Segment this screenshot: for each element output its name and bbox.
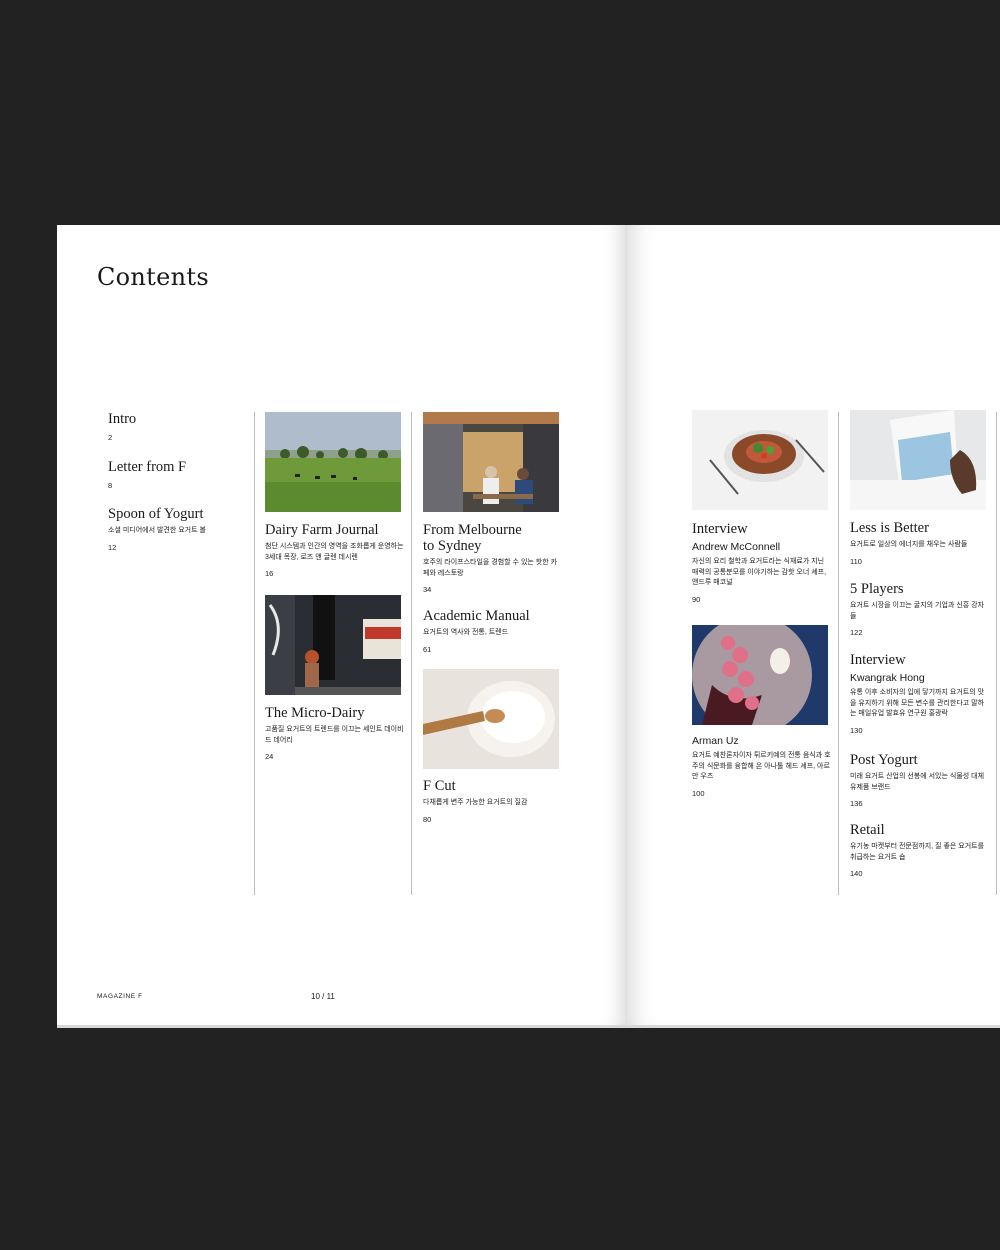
- toc-entry-desc: 첨단 시스템과 인간의 영역을 조화롭게 운영하는 3세대 목장, 로즈 앤 글…: [265, 543, 404, 561]
- farm-landscape-photo[interactable]: [265, 412, 401, 512]
- yogurt-cup-photo[interactable]: [850, 410, 986, 510]
- toc-entry-interview-mcconnell[interactable]: Interview Andrew McConnell 자신의 요리 철학과 요거…: [692, 521, 832, 604]
- toc-entry-f-cut[interactable]: F Cut 다채롭게 변주 가능한 요거트의 질감 80: [423, 778, 563, 824]
- toc-entry-desc: 다채롭게 변주 가능한 요거트의 질감: [423, 799, 528, 806]
- toc-entry-spoon[interactable]: Spoon of Yogurt 소셜 미디어에서 발견한 요거트 볼 12: [108, 506, 248, 552]
- toc-entry-page: 110: [850, 556, 862, 566]
- toc-entry-desc: 고품질 요거트의 트렌드를 이끄는 세인트 데이비드 데어리: [265, 726, 404, 744]
- toc-entry-page: 90: [692, 594, 701, 604]
- toc-entry-page: 12: [108, 542, 117, 552]
- toc-entry-less-is-better[interactable]: Less is Better 요거트로 일상의 에너지를 채우는 사람들 110: [850, 520, 990, 566]
- toc-entry-page: 24: [265, 752, 274, 761]
- toc-entry-page: 61: [423, 644, 432, 654]
- toc-entry-micro-dairy[interactable]: The Micro-Dairy 고품질 요거트의 트렌드를 이끄는 세인트 데이…: [265, 705, 405, 761]
- toc-entry-title: Less is Better: [850, 520, 929, 536]
- toc-entry-title: Post Yogurt: [850, 752, 918, 768]
- toc-entry-subtitle: Kwangrak Hong: [850, 672, 925, 684]
- toc-entry-title: Dairy Farm Journal: [265, 522, 379, 538]
- column-divider: [254, 412, 255, 895]
- toc-entry-melbourne[interactable]: From Melbourne to Sydney 호주의 라이프스타일을 경험할…: [423, 522, 563, 594]
- toc-entry-title: Letter from F: [108, 459, 187, 475]
- toc-entry-page: 34: [423, 585, 432, 594]
- magazine-spread: Contents Intro 2 Letter from F 8 Spoon o…: [57, 225, 1000, 1028]
- page-edge: [57, 1025, 1000, 1028]
- toc-entry-desc: 자신의 요리 철학과 요거트라는 식재료가 지닌 매력의 공통분모를 이야기하는…: [692, 558, 827, 586]
- radish-dish-photo[interactable]: [692, 625, 828, 725]
- toc-entry-desc: 요거트의 역사와 전통, 트렌드: [423, 629, 509, 636]
- page-title: Contents: [97, 263, 209, 291]
- toc-entry-desc: 유기농 마켓부터 전문점까지, 질 좋은 요거트를 취급하는 요거트 숍: [850, 843, 985, 861]
- toc-entry-desc: 미래 요거트 산업의 선봉에 서있는 식물성 대체 유제품 브랜드: [850, 773, 985, 791]
- toc-entry-subtitle: Arman Uz: [692, 735, 739, 747]
- toc-entry-academic[interactable]: Academic Manual 요거트의 역사와 전통, 트렌드 61: [423, 608, 563, 654]
- toc-entry-title: Interview: [692, 521, 748, 537]
- toc-entry-title: Academic Manual: [423, 608, 530, 624]
- footer-brand: MAGAZINE F: [97, 993, 143, 1000]
- toc-entry-page: 130: [850, 725, 863, 735]
- toc-entry-page: 2: [108, 433, 113, 442]
- toc-entry-page: 8: [108, 481, 113, 490]
- toc-entry-title: The Micro-Dairy: [265, 705, 365, 721]
- toc-entry-desc: 호주의 라이프스타일을 경험할 수 있는 핫한 카페와 레스토랑: [423, 559, 558, 577]
- toc-entry-subtitle: Andrew McConnell: [692, 541, 781, 553]
- toc-entry-intro[interactable]: Intro 2: [108, 411, 248, 442]
- toc-entry-title: Retail: [850, 822, 885, 838]
- toc-entry-title: Spoon of Yogurt: [108, 506, 204, 522]
- toc-entry-page: 136: [850, 799, 863, 808]
- yogurt-spoon-photo[interactable]: [423, 669, 559, 769]
- toc-entry-page: 122: [850, 628, 863, 637]
- toc-entry-dairy-farm[interactable]: Dairy Farm Journal 첨단 시스템과 인간의 영역을 조화롭게 …: [265, 522, 405, 578]
- toc-entry-page: 16: [265, 569, 274, 578]
- toc-entry-post-yogurt[interactable]: Post Yogurt 미래 요거트 산업의 선봉에 서있는 식물성 대체 유제…: [850, 752, 990, 808]
- column-divider: [996, 412, 997, 895]
- toc-entry-title: Interview: [850, 652, 906, 668]
- toc-entry-5-players[interactable]: 5 Players 요거트 시장을 이끄는 굴지의 기업과 신흥 강자들 122: [850, 581, 990, 637]
- cafe-street-photo[interactable]: [423, 412, 559, 512]
- toc-entry-page: 100: [692, 788, 705, 798]
- column-divider: [411, 412, 412, 895]
- toc-entry-interview-hong[interactable]: Interview Kwangrak Hong 유통 이후 소비자의 입에 닿기…: [850, 652, 990, 735]
- toc-entry-desc: 유통 이후 소비자의 입에 닿기까지 요거트의 맛을 유지하기 위해 모든 변수…: [850, 689, 985, 717]
- toc-entry-title: F Cut: [423, 778, 456, 794]
- toc-entry-desc: 소셜 미디어에서 발견한 요거트 볼: [108, 527, 206, 534]
- toc-entry-retail[interactable]: Retail 유기농 마켓부터 전문점까지, 질 좋은 요거트를 취급하는 요거…: [850, 822, 990, 878]
- toc-entry-title: 5 Players: [850, 581, 904, 597]
- column-divider: [838, 412, 839, 895]
- toc-entry-desc: 요거트 시장을 이끄는 굴지의 기업과 신흥 강자들: [850, 602, 985, 620]
- plated-dish-photo[interactable]: [692, 410, 828, 510]
- toc-entry-page: 140: [850, 869, 863, 878]
- toc-entry-desc: 요거트 예찬론자이자 튀르키예의 전통 음식과 호주의 식문화를 융합해 온 아…: [692, 752, 831, 780]
- toc-entry-desc: 요거트로 일상의 에너지를 채우는 사람들: [850, 541, 968, 548]
- left-page: Contents Intro 2 Letter from F 8 Spoon o…: [57, 225, 625, 1025]
- toc-entry-title: Intro: [108, 411, 137, 427]
- toc-entry-title-line1: From Melbourne: [423, 522, 522, 538]
- toc-entry-page: 80: [423, 814, 432, 824]
- toc-entry-arman-uz[interactable]: Arman Uz 요거트 예찬론자이자 튀르키예의 전통 음식과 호주의 식문화…: [692, 735, 832, 798]
- page-indicator: 10 / 11: [311, 992, 335, 1001]
- toc-entry-title-line2: to Sydney: [423, 538, 482, 554]
- dairy-storefront-photo[interactable]: [265, 595, 401, 695]
- right-page: Interview Andrew McConnell 자신의 요리 철학과 요거…: [625, 225, 1000, 1025]
- toc-entry-letter[interactable]: Letter from F 8: [108, 459, 248, 490]
